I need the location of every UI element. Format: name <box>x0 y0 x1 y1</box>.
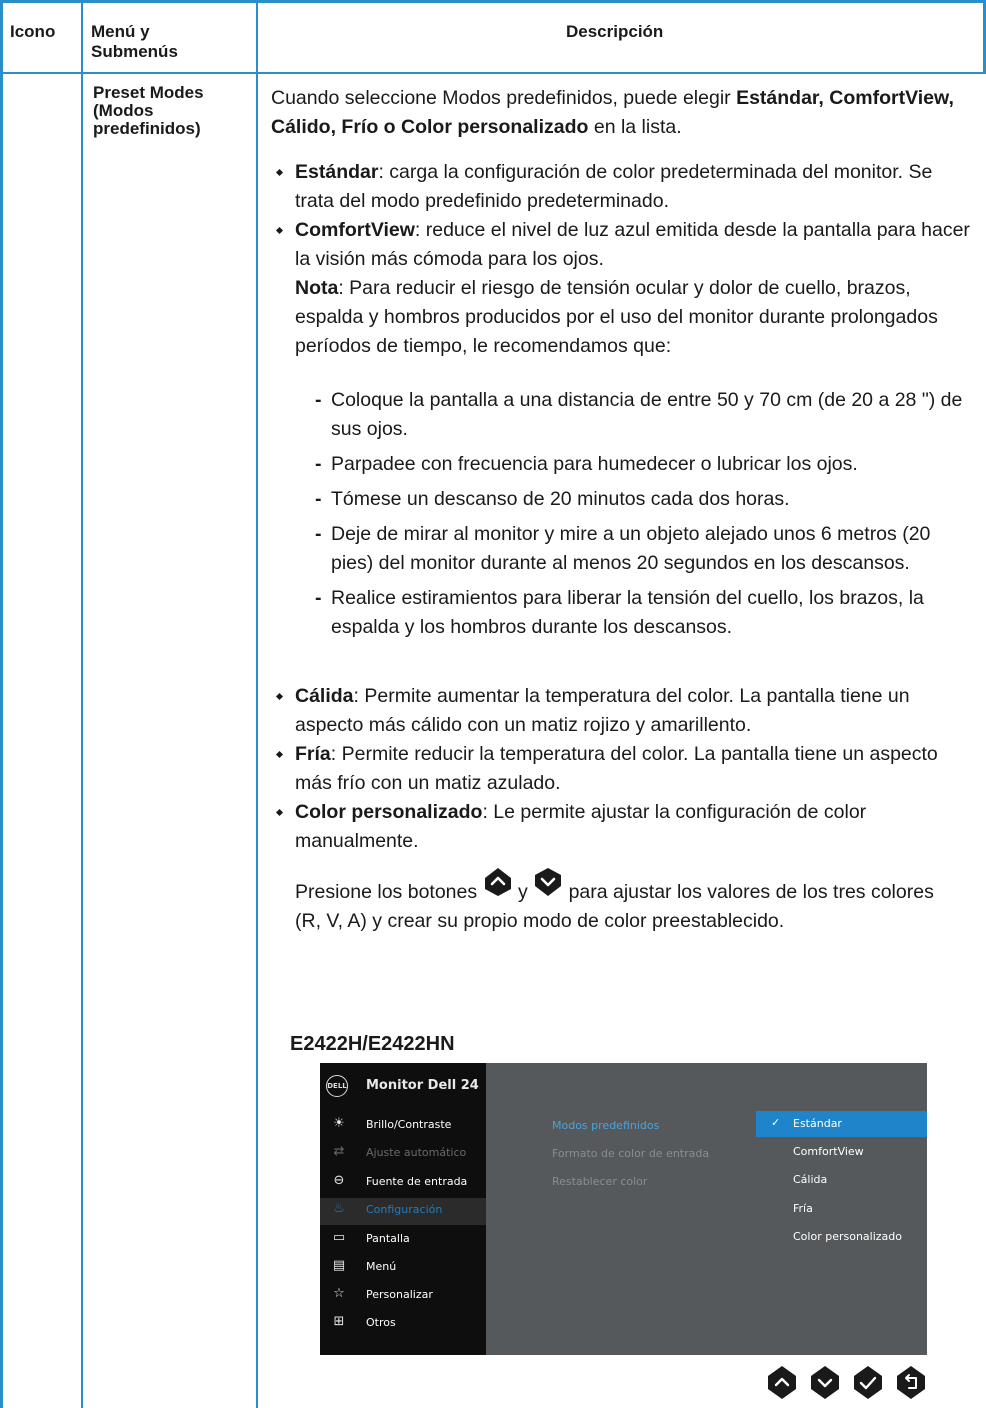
osd-option-label: ComfortView <box>793 1145 864 1158</box>
down-icon[interactable] <box>811 1366 839 1399</box>
brightness-icon: ☀ <box>333 1116 345 1131</box>
osd-option-label: Color personalizado <box>793 1230 903 1243</box>
back-icon[interactable] <box>897 1366 925 1399</box>
osd-menu-item-others[interactable]: ⊞ Otros <box>320 1311 486 1335</box>
model-label: E2422H/E2422HN <box>290 1033 455 1055</box>
osd-menu-label: Otros <box>366 1316 396 1329</box>
tip-item: Coloque la pantalla a una distancia de e… <box>271 386 976 444</box>
osd-option-standard[interactable]: ✓ Estándar <box>756 1111 927 1137</box>
header-menu-line2: Submenús <box>91 42 178 61</box>
bullet-text: : Permite reducir la temperatura del col… <box>295 743 938 794</box>
menu-name-line1: Preset Modes <box>93 83 204 102</box>
osd-menu-label: Configuración <box>366 1203 443 1216</box>
menu-name: Preset Modes (Modos predefinidos) <box>93 84 243 138</box>
intro-prefix: Cuando seleccione Modos predefinidos, pu… <box>271 87 737 109</box>
press-text-a: Presione los botones <box>295 881 478 903</box>
tip-item: Deje de mirar al monitor y mire a un obj… <box>271 520 976 578</box>
list-item: Estándar: carga la configuración de colo… <box>271 158 976 216</box>
table-top-border <box>0 0 986 3</box>
note-label: Nota <box>295 277 339 299</box>
bullet-term: ComfortView <box>295 219 415 241</box>
bullet-text: : Permite aumentar la temperatura del co… <box>295 685 910 736</box>
bullet-text: : carga la configuración de color predet… <box>295 161 933 212</box>
osd-menu-item-auto-adjust[interactable]: ⇄ Ajuste automático <box>320 1141 486 1165</box>
check-icon: ✓ <box>771 1116 781 1129</box>
osd-menu: DELL Monitor Dell 24 ☀ Brillo/Contraste … <box>320 1063 927 1355</box>
osd-menu-item-display[interactable]: ▭ Pantalla <box>320 1227 486 1251</box>
osd-menu-item-color[interactable]: ♨ Configuración <box>320 1198 486 1225</box>
osd-menu-label: Personalizar <box>366 1288 433 1301</box>
check-icon[interactable] <box>854 1366 882 1399</box>
tip-item: Realice estiramientos para liberar la te… <box>271 584 976 642</box>
note-text: : Para reducir el riesgo de tensión ocul… <box>295 277 938 357</box>
down-button-icon <box>535 867 562 896</box>
column-divider-2 <box>256 0 258 1408</box>
list-item: ComfortView: reduce el nivel de luz azul… <box>271 216 976 274</box>
press-text-line2: (R, V, A) y crear su propio modo de colo… <box>295 910 785 932</box>
header-menu-line1: Menú y <box>91 22 150 41</box>
osd-menu-label: Brillo/Contraste <box>366 1118 452 1131</box>
dell-logo: DELL <box>326 1075 348 1097</box>
bullet-term: Fría <box>295 743 331 765</box>
mode-list-bottom: Cálida: Permite aumentar la temperatura … <box>271 682 976 856</box>
osd-menu-label: Pantalla <box>366 1232 410 1245</box>
star-icon: ☆ <box>333 1286 345 1301</box>
bullet-term: Estándar <box>295 161 379 183</box>
osd-menu-item-menu[interactable]: ▤ Menú <box>320 1255 486 1279</box>
osd-option-cool[interactable]: Fría <box>756 1196 927 1222</box>
osd-menu-item-input-source[interactable]: ⊖ Fuente de entrada <box>320 1170 486 1194</box>
header-bottom-border <box>0 72 986 74</box>
osd-option-label: Cálida <box>793 1173 828 1186</box>
intro-suffix: en la lista. <box>588 116 682 138</box>
osd-option-comfortview[interactable]: ComfortView <box>756 1139 927 1165</box>
column-divider-1 <box>81 0 83 1408</box>
osd-sidebar: DELL Monitor Dell 24 ☀ Brillo/Contraste … <box>320 1063 486 1355</box>
intro-paragraph: Cuando seleccione Modos predefinidos, pu… <box>271 84 976 142</box>
header-icon-column: Icono <box>10 22 56 41</box>
menu-name-line3: predefinidos) <box>93 119 201 138</box>
menu-icon: ▤ <box>332 1258 346 1273</box>
up-button-icon <box>484 867 511 896</box>
tips-list: Coloque la pantalla a una distancia de e… <box>271 386 976 642</box>
display-icon: ▭ <box>332 1230 346 1245</box>
color-icon: ♨ <box>333 1201 345 1216</box>
others-icon: ⊞ <box>333 1314 345 1329</box>
list-item: Color personalizado: Le permite ajustar … <box>271 798 976 856</box>
osd-menu-label: Ajuste automático <box>366 1146 467 1159</box>
description-cell: Cuando seleccione Modos predefinidos, pu… <box>271 84 976 936</box>
header-menu-column: Menú y Submenús <box>91 22 178 62</box>
osd-title: Monitor Dell 24 <box>366 1078 479 1093</box>
up-icon[interactable] <box>768 1366 796 1399</box>
osd-option-label: Estándar <box>793 1117 842 1130</box>
monitor-buttons <box>766 1365 926 1401</box>
list-item: Cálida: Permite aumentar la temperatura … <box>271 682 976 740</box>
mode-list-top: Estándar: carga la configuración de colo… <box>271 158 976 274</box>
osd-menu-label: Menú <box>366 1260 397 1273</box>
osd-menu-label: Fuente de entrada <box>366 1175 468 1188</box>
osd-menu-item-personalize[interactable]: ☆ Personalizar <box>320 1283 486 1307</box>
osd-submenu-input-color-format[interactable]: Formato de color de entrada <box>552 1147 709 1160</box>
bullet-term: Color personalizado <box>295 801 483 823</box>
monitor-button-row <box>768 1366 925 1399</box>
osd-menu-item-brightness[interactable]: ☀ Brillo/Contraste <box>320 1113 486 1137</box>
tip-item: Tómese un descanso de 20 minutos cada do… <box>271 485 976 514</box>
input-source-icon: ⊖ <box>333 1173 345 1188</box>
osd-option-custom-color[interactable]: Color personalizado <box>756 1224 927 1250</box>
bullet-term: Cálida <box>295 685 354 707</box>
press-text-b: para ajustar los valores de los tres col… <box>568 881 934 903</box>
osd-submenu-reset-color[interactable]: Restablecer color <box>552 1175 647 1188</box>
press-paragraph: Presione los botones y para ajustar los … <box>271 867 976 936</box>
table-left-border <box>0 0 3 1408</box>
header-description-column: Descripción <box>566 22 664 41</box>
note-paragraph: Nota: Para reducir el riesgo de tensión … <box>271 274 976 361</box>
osd-submenu-preset-modes[interactable]: Modos predefinidos <box>552 1119 659 1132</box>
list-item: Fría: Permite reducir la temperatura del… <box>271 740 976 798</box>
tip-item: Parpadee con frecuencia para humedecer o… <box>271 450 976 479</box>
press-text-y: y <box>517 881 528 903</box>
auto-adjust-icon: ⇄ <box>333 1144 345 1159</box>
osd-option-warm[interactable]: Cálida <box>756 1167 927 1193</box>
osd-option-label: Fría <box>793 1202 813 1215</box>
menu-name-line2: (Modos <box>93 101 154 120</box>
